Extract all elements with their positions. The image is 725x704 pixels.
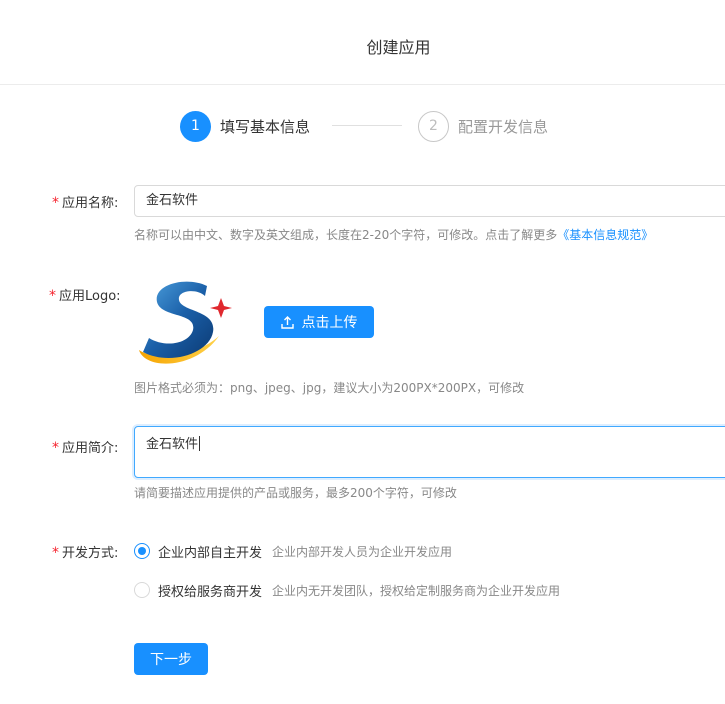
dev-mode-vendor-desc: 企业内无开发团队，授权给定制服务商为企业开发应用 bbox=[272, 583, 561, 598]
app-name-help-text: 名称可以由中文、数字及英文组成，长度在2-20个字符，可修改。点击了解更多 bbox=[134, 228, 558, 242]
dev-mode-vendor-label: 授权给服务商开发 bbox=[158, 584, 263, 600]
app-desc-value: 金石软件 bbox=[146, 437, 199, 452]
app-desc-textarea[interactable]: 金石软件 bbox=[134, 426, 725, 478]
dev-mode-option-vendor[interactable]: 授权给服务商开发 企业内无开发团队，授权给定制服务商为企业开发应用 bbox=[134, 580, 560, 600]
step-1-number: 1 bbox=[180, 110, 211, 142]
step-2-label: 配置开发信息 bbox=[458, 117, 549, 136]
upload-icon bbox=[280, 315, 294, 329]
app-name-help: 名称可以由中文、数字及英文组成，长度在2-20个字符，可修改。点击了解更多《基本… bbox=[134, 226, 653, 243]
app-logo-label-text: 应用Logo: bbox=[59, 289, 121, 304]
app-name-label-text: 应用名称: bbox=[62, 196, 119, 211]
page-header: 创建应用 bbox=[0, 0, 725, 85]
required-mark: * bbox=[52, 545, 59, 561]
required-mark: * bbox=[52, 195, 59, 211]
radio-internal[interactable] bbox=[134, 543, 150, 559]
basic-info-spec-link[interactable]: 《基本信息规范》 bbox=[557, 228, 653, 242]
step-1: 1 填写基本信息 bbox=[180, 110, 310, 142]
app-name-label: * 应用名称: bbox=[52, 192, 118, 211]
app-logo-help: 图片格式必须为：png、jpeg、jpg，建议大小为200PX*200PX，可修… bbox=[134, 381, 525, 395]
app-desc-help: 请简要描述应用提供的产品或服务，最多200个字符，可修改 bbox=[134, 486, 457, 500]
app-logo-label: * 应用Logo: bbox=[49, 285, 121, 304]
step-2-number: 2 bbox=[418, 110, 449, 142]
app-name-input[interactable]: 金石软件 bbox=[134, 185, 725, 217]
step-2: 2 配置开发信息 bbox=[418, 110, 548, 142]
upload-button[interactable]: 点击上传 bbox=[264, 306, 374, 338]
required-mark: * bbox=[49, 288, 56, 304]
app-desc-label: * 应用简介: bbox=[52, 437, 118, 456]
dev-mode-internal-desc: 企业内部开发人员为企业开发应用 bbox=[272, 544, 453, 559]
dev-mode-label-text: 开发方式: bbox=[62, 546, 119, 561]
required-mark: * bbox=[52, 440, 59, 456]
next-step-button[interactable]: 下一步 bbox=[134, 643, 208, 675]
step-connector bbox=[332, 125, 402, 126]
text-caret bbox=[199, 436, 201, 451]
dev-mode-label: * 开发方式: bbox=[52, 542, 118, 561]
page-title: 创建应用 bbox=[366, 38, 431, 57]
dev-mode-internal-label: 企业内部自主开发 bbox=[158, 545, 263, 561]
step-1-label: 填写基本信息 bbox=[220, 117, 311, 136]
dev-mode-option-internal[interactable]: 企业内部自主开发 企业内部开发人员为企业开发应用 bbox=[134, 541, 452, 561]
app-desc-label-text: 应用简介: bbox=[62, 441, 119, 456]
radio-vendor[interactable] bbox=[134, 582, 150, 598]
upload-button-label: 点击上传 bbox=[301, 315, 358, 331]
app-logo-image bbox=[135, 278, 235, 368]
